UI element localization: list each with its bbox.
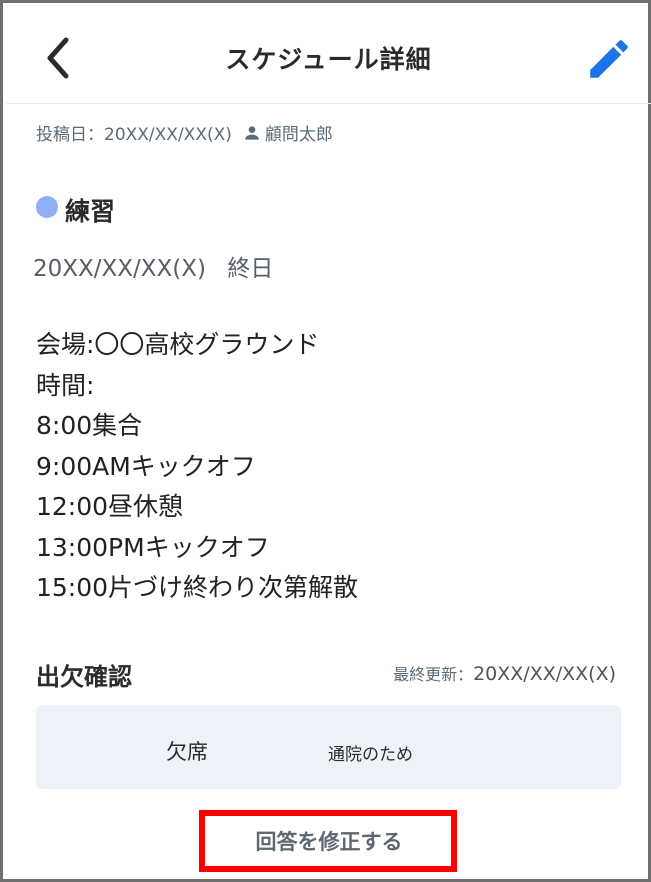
pencil-icon	[590, 40, 628, 78]
app-header: スケジュール詳細	[6, 6, 651, 104]
all-day-label: 終日	[227, 256, 274, 282]
edit-button[interactable]	[584, 34, 634, 84]
description-line: 12:00昼休憩	[36, 492, 184, 521]
person-icon	[245, 125, 259, 140]
last-updated-date: 20XX/XX/XX(X)	[473, 663, 616, 685]
author-name: 顧問太郎	[264, 125, 333, 145]
description-line: 8:00集合	[36, 411, 143, 440]
event-category: 練習	[65, 197, 116, 226]
description-line: 時間:	[36, 370, 95, 400]
attendance-title: 出欠確認	[36, 663, 132, 691]
attendance-response-card: 欠席 通院のため	[36, 705, 621, 789]
event-date: 20XX/XX/XX(X)	[33, 256, 207, 282]
event-date-line: 20XX/XX/XX(X) 終日	[33, 249, 273, 283]
attendance-status: 欠席	[166, 740, 208, 764]
edit-answer-button[interactable]: 回答を修正する	[215, 824, 443, 860]
event-description: 会場:〇〇高校グラウンド 時間: 8:00集合 9:00AMキックオフ 12:0…	[36, 325, 358, 609]
description-line: 9:00AMキックオフ	[36, 451, 256, 481]
last-updated-label: 最終更新：	[393, 665, 474, 684]
description-line: 13:00PMキックオフ	[36, 532, 270, 562]
last-updated: 最終更新：20XX/XX/XX(X)	[393, 661, 616, 685]
description-line: 15:00片づけ終わり次第解散	[36, 573, 359, 602]
description-line: 会場:〇〇高校グラウンド	[36, 330, 320, 359]
category-color-dot	[36, 196, 58, 218]
app-frame: スケジュール詳細 投稿日：20XX/XX/XX(X) 顧問太郎 練習 20XX/…	[0, 0, 651, 882]
posted-date: 投稿日：20XX/XX/XX(X)	[36, 125, 232, 145]
post-meta: 投稿日：20XX/XX/XX(X) 顧問太郎	[36, 120, 333, 145]
page-title: スケジュール詳細	[225, 45, 432, 74]
attendance-reason: 通院のため	[328, 745, 413, 765]
